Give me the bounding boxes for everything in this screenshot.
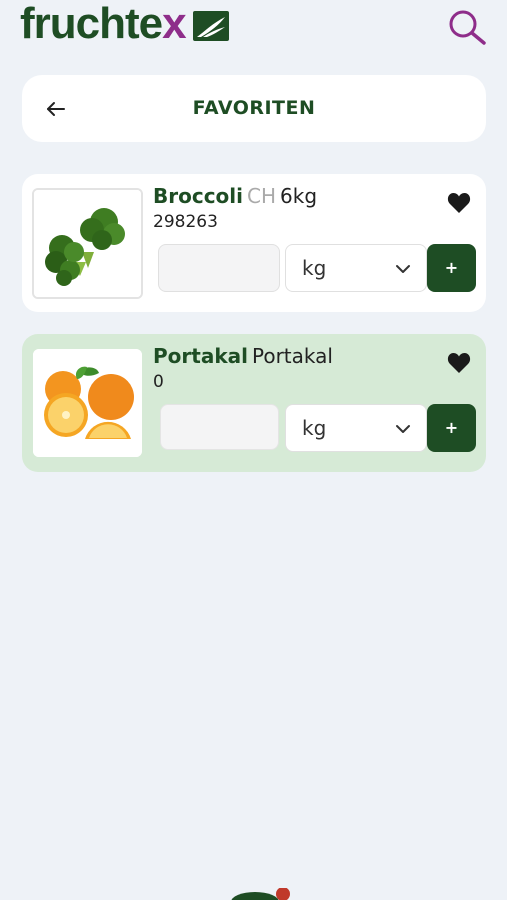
search-button[interactable] xyxy=(446,8,488,46)
unit-value: kg xyxy=(302,256,327,280)
product-size: Portakal xyxy=(251,344,333,368)
leaf-logo-icon xyxy=(193,11,229,41)
quantity-input[interactable] xyxy=(158,244,280,292)
unit-select[interactable]: kg xyxy=(285,244,427,292)
bottom-nav-logo-icon[interactable] xyxy=(225,888,295,900)
unit-select[interactable]: kg xyxy=(285,404,427,452)
product-image-portakal[interactable] xyxy=(33,349,142,457)
quantity-input[interactable] xyxy=(160,404,279,450)
product-origin: CH xyxy=(247,184,277,208)
orange-image xyxy=(33,349,142,457)
product-code: 298263 xyxy=(153,212,218,232)
page-title: FAVORITEN xyxy=(192,97,316,119)
heart-icon xyxy=(447,353,471,373)
unit-value: kg xyxy=(302,416,327,440)
product-size: 6kg xyxy=(280,184,318,208)
chevron-down-icon xyxy=(396,265,410,273)
product-code: 0 xyxy=(153,372,164,392)
chevron-down-icon xyxy=(396,425,410,433)
fruchtex-logo[interactable]: fruchtex xyxy=(20,2,187,46)
product-image-broccoli[interactable] xyxy=(32,188,143,299)
favorite-toggle[interactable] xyxy=(447,192,471,214)
add-to-cart-button[interactable]: + xyxy=(427,244,476,292)
add-to-cart-button[interactable]: + xyxy=(427,404,476,452)
favorite-item-card: Broccoli CH 6kg 298263 kg + xyxy=(22,174,486,312)
heart-icon xyxy=(447,193,471,213)
product-name: Portakal Portakal xyxy=(153,344,333,368)
favorite-item-card: Portakal Portakal 0 kg + xyxy=(22,334,486,472)
search-icon xyxy=(449,10,486,45)
top-bar: fruchtex xyxy=(0,0,507,60)
product-title: Broccoli xyxy=(153,184,244,208)
favorite-toggle[interactable] xyxy=(447,352,471,374)
product-name: Broccoli CH 6kg xyxy=(153,184,317,208)
broccoli-image xyxy=(34,190,141,297)
product-title: Portakal xyxy=(153,344,248,368)
header-card: FAVORITEN xyxy=(22,75,486,142)
